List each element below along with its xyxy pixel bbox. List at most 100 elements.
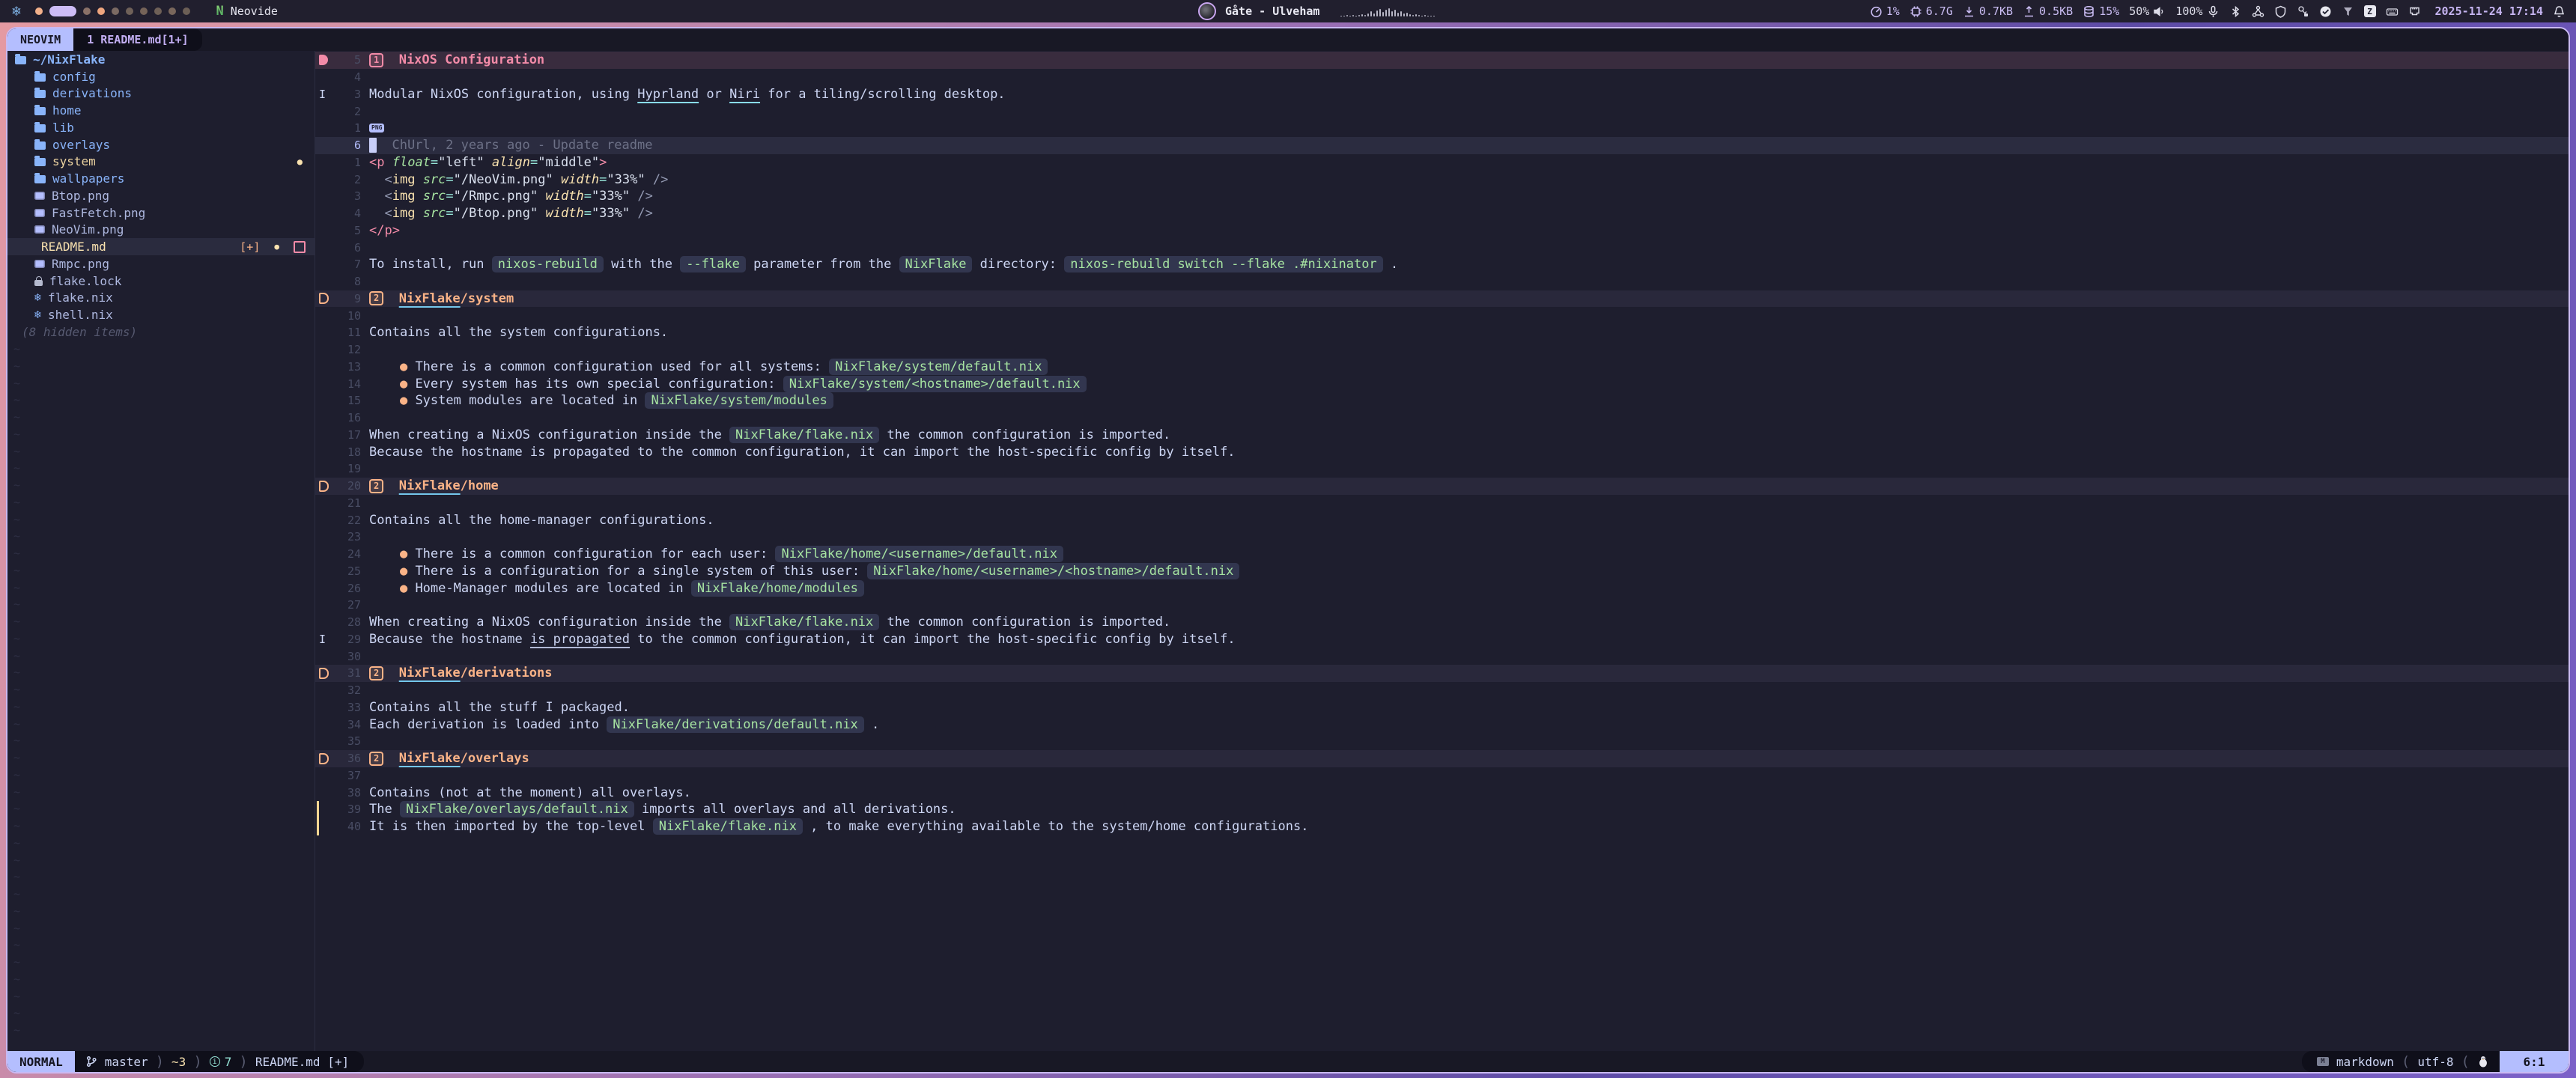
link-text[interactable]: Niri [729, 87, 760, 102]
editor-pane[interactable]: 51 NixOS Configuration4I3Modular NixOS c… [315, 51, 2569, 1051]
network-down-stat[interactable]: 0.7KB [1963, 4, 2013, 18]
workspace-dot[interactable] [83, 7, 91, 15]
workspace-dot[interactable] [140, 7, 148, 15]
editor-line[interactable]: 1PNG [315, 120, 2569, 137]
network-up-stat[interactable]: 0.5KB [2023, 4, 2073, 18]
tree-item-readme-md[interactable]: README.md[+]● [7, 238, 315, 255]
fold-sign-icon[interactable] [319, 668, 329, 679]
git-branch-name[interactable]: master [105, 1055, 148, 1069]
editor-line[interactable]: 28When creating a NixOS configuration in… [315, 614, 2569, 631]
media-widget[interactable]: Gåte - Ulveham [1198, 0, 1435, 22]
editor-line[interactable]: 19 [315, 460, 2569, 478]
editor-line[interactable]: 10 [315, 307, 2569, 324]
cpu-stat[interactable]: 1% [1870, 4, 1900, 18]
ethernet-icon[interactable] [2408, 5, 2421, 18]
shield-icon[interactable] [2274, 5, 2287, 18]
heading-link[interactable]: NixFlake [399, 751, 461, 766]
editor-line[interactable]: 22Contains all the home-manager configur… [315, 511, 2569, 529]
tree-item-flake-nix[interactable]: flake.nix [7, 290, 315, 307]
funnel-icon[interactable] [2342, 5, 2354, 18]
editor-line[interactable]: 40It is then imported by the top-level N… [315, 818, 2569, 835]
tree-item-system[interactable]: system● [7, 153, 315, 171]
editor-line[interactable]: 14 ● Every system has its own special co… [315, 375, 2569, 392]
tree-item-config[interactable]: config [7, 68, 315, 85]
editor-line[interactable]: 362 NixFlake/overlays [315, 750, 2569, 767]
key-lock-icon[interactable] [2297, 5, 2309, 18]
editor-line[interactable]: 35 [315, 733, 2569, 750]
editor-line[interactable]: 7To install, run nixos-rebuild with the … [315, 256, 2569, 273]
disk-stat[interactable]: 15% [2083, 4, 2119, 18]
editor-line[interactable]: 6 ChUrl, 2 years ago - Update readme [315, 137, 2569, 154]
editor-line[interactable]: 23 [315, 529, 2569, 546]
tree-item-flake-lock[interactable]: flake.lock [7, 272, 315, 290]
tree-item--nixflake[interactable]: ~/NixFlake [7, 51, 315, 68]
memory-stat[interactable]: 6.7G [1910, 4, 1953, 18]
volume-stat[interactable]: 50% [2129, 4, 2166, 18]
tree-item--8-hidden-items-[interactable]: (8 hidden items) [7, 323, 315, 341]
statusbar-filename[interactable]: README.md [+] [255, 1055, 349, 1069]
editor-line[interactable]: 17When creating a NixOS configuration in… [315, 427, 2569, 444]
zellij-icon[interactable]: Z [2364, 5, 2376, 17]
tree-item-derivations[interactable]: derivations [7, 85, 315, 103]
heading-link[interactable]: NixFlake [399, 291, 461, 306]
link-text[interactable]: Hyprland [637, 87, 699, 102]
editor-line[interactable]: 24 ● There is a common configuration for… [315, 546, 2569, 563]
editor-line[interactable]: 92 NixFlake/system [315, 290, 2569, 308]
editor-line[interactable]: 3 <img src="/Rmpc.png" width="33%" /> [315, 188, 2569, 205]
editor-line[interactable]: 33Contains all the stuff I packaged. [315, 699, 2569, 716]
editor-line[interactable]: 32 [315, 682, 2569, 699]
workspace-dot[interactable] [183, 7, 190, 15]
editor-line[interactable]: 37 [315, 767, 2569, 785]
editor-line[interactable]: I3Modular NixOS configuration, using Hyp… [315, 86, 2569, 103]
diagnostics-info[interactable]: 7 [210, 1055, 232, 1069]
editor-line[interactable]: 8 [315, 273, 2569, 290]
tree-item-lib[interactable]: lib [7, 119, 315, 136]
bluetooth-icon[interactable] [2229, 5, 2242, 18]
editor-line[interactable]: 25 ● There is a configuration for a sing… [315, 563, 2569, 580]
editor-line[interactable]: 13 ● There is a common configuration use… [315, 359, 2569, 376]
editor-line[interactable]: 2 <img src="/NeoVim.png" width="33%" /> [315, 171, 2569, 188]
workspace-dot[interactable] [112, 7, 119, 15]
nixos-logo-icon[interactable]: ❄ [12, 0, 20, 22]
microphone-stat[interactable]: 100% [2175, 4, 2219, 18]
tree-item-fastfetch-png[interactable]: FastFetch.png [7, 204, 315, 222]
tree-item-shell-nix[interactable]: shell.nix [7, 306, 315, 323]
tree-item-btop-png[interactable]: Btop.png [7, 187, 315, 204]
editor-line[interactable]: 34Each derivation is loaded into NixFlak… [315, 716, 2569, 733]
editor-line[interactable]: 18Because the hostname is propagated to … [315, 443, 2569, 460]
check-circle-icon[interactable] [2319, 5, 2332, 18]
keyboard-icon[interactable] [2386, 5, 2399, 18]
editor-line[interactable]: 2 [315, 103, 2569, 120]
editor-line[interactable]: 39The NixFlake/overlays/default.nix impo… [315, 801, 2569, 818]
editor-line[interactable]: 38Contains (not at the moment) all overl… [315, 784, 2569, 801]
git-branch-icon[interactable] [85, 1056, 97, 1068]
editor-line[interactable]: 4 [315, 69, 2569, 86]
git-changes-count[interactable]: ~3 [171, 1055, 186, 1069]
editor-line[interactable]: 30 [315, 648, 2569, 665]
workspace-dot[interactable] [97, 7, 105, 15]
editor-line[interactable]: 11Contains all the system configurations… [315, 324, 2569, 341]
editor-line[interactable]: I29Because the hostname is propagated to… [315, 631, 2569, 648]
bell-icon[interactable] [2553, 5, 2566, 18]
editor-line[interactable]: 51 NixOS Configuration [315, 52, 2569, 69]
editor-line[interactable]: 12 [315, 341, 2569, 359]
tab-readme-buffer[interactable]: 1 README.md[1+] [73, 28, 201, 51]
workspace-dot[interactable] [168, 7, 176, 15]
tree-item-home[interactable]: home [7, 102, 315, 119]
workspace-dot[interactable] [35, 7, 43, 15]
fold-sign-icon[interactable] [319, 753, 329, 764]
editor-line[interactable]: 16 [315, 409, 2569, 427]
editor-line[interactable]: 1<p float="left" align="middle"> [315, 154, 2569, 171]
heading-link[interactable]: NixFlake [399, 478, 461, 493]
editor-line[interactable]: 21 [315, 495, 2569, 512]
editor-line[interactable]: 4 <img src="/Btop.png" width="33%" /> [315, 205, 2569, 222]
filetype-indicator[interactable]: markdown [2336, 1055, 2394, 1069]
editor-line[interactable]: 202 NixFlake/home [315, 478, 2569, 495]
tree-item-wallpapers[interactable]: wallpapers [7, 170, 315, 187]
datetime[interactable]: 2025-11-24 17:14 [2435, 4, 2544, 18]
encoding-indicator[interactable]: utf-8 [2417, 1055, 2453, 1069]
tree-item-overlays[interactable]: overlays [7, 136, 315, 153]
editor-line[interactable]: 26 ● Home-Manager modules are located in… [315, 579, 2569, 597]
editor-line[interactable]: 27 [315, 597, 2569, 614]
workspace-dot[interactable] [126, 7, 133, 15]
